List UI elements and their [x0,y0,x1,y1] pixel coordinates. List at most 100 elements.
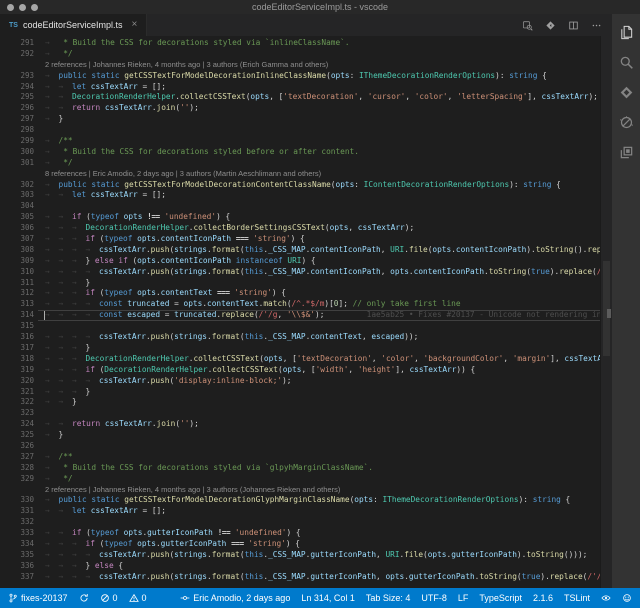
line-number[interactable]: 291 [0,38,34,49]
code-line[interactable]: 307→→→if (typeof opts.contentIconPath ==… [0,234,600,245]
code-line[interactable]: 302→public static getCSSTextForModelDeco… [0,180,600,191]
status-git-branch[interactable]: fixes-20137 [8,593,68,603]
line-number[interactable]: 328 [0,463,34,474]
status-errors[interactable]: 0 [100,593,118,603]
line-number[interactable]: 335 [0,550,34,561]
search-icon[interactable] [617,53,635,71]
code-line[interactable]: 319→→→if (DecorationRenderHelper.collect… [0,365,600,376]
line-number[interactable]: 300 [0,147,34,158]
code-line[interactable]: 333→→if (typeof opts.gutterIconPath !== … [0,528,600,539]
code-line[interactable]: 292→ */ [0,49,600,60]
code-line[interactable]: 325→} [0,430,600,441]
line-number[interactable]: 332 [0,517,34,528]
line-number[interactable]: 295 [0,92,34,103]
code-line[interactable]: 313→→→→const truncated = opts.contentTex… [0,299,600,310]
code-line[interactable]: 309→→→} else if (opts.contentIconPath in… [0,256,600,267]
line-number[interactable]: 305 [0,212,34,223]
code-line[interactable]: 326 [0,441,600,452]
code-line[interactable]: 321→→→} [0,387,600,398]
line-number[interactable]: 317 [0,343,34,354]
line-number[interactable]: 325 [0,430,34,441]
line-number[interactable]: 318 [0,354,34,365]
status-tslint[interactable]: TSLint [564,593,590,603]
codelens-row[interactable]: 2 references | Johannes Rieken, 4 months… [0,60,600,71]
status-cursor-position[interactable]: Ln 314, Col 1 [301,593,355,603]
line-number[interactable]: 319 [0,365,34,376]
line-number[interactable]: 292 [0,49,34,60]
status-sync[interactable] [79,593,89,603]
line-number[interactable]: 308 [0,245,34,256]
status-tab-size[interactable]: Tab Size: 4 [366,593,411,603]
code-line[interactable]: 300→ * Build the CSS for decorations sty… [0,147,600,158]
status-watch[interactable] [601,593,611,603]
code-line[interactable]: 298 [0,125,600,136]
line-number[interactable]: 303 [0,190,34,201]
line-number[interactable]: 311 [0,278,34,289]
line-number[interactable]: 321 [0,387,34,398]
line-number[interactable]: 331 [0,506,34,517]
code-line[interactable]: 310→→→→cssTextArr.push(strings.format(th… [0,267,600,278]
status-warnings[interactable]: 0 [129,593,147,603]
code-line[interactable]: 323 [0,408,600,419]
code-line[interactable]: 335→→→→cssTextArr.push(strings.format(th… [0,550,600,561]
line-number[interactable]: 337 [0,572,34,583]
minimize-button[interactable] [19,4,26,11]
more-actions-icon[interactable] [590,19,602,31]
status-language-mode[interactable]: TypeScript [479,593,522,603]
line-number[interactable]: 293 [0,71,34,82]
code-line[interactable]: 322→→} [0,397,600,408]
line-number[interactable]: 316 [0,332,34,343]
tab-codeEditorServiceImpl[interactable]: TS codeEditorServiceImpl.ts × [0,14,147,36]
status-eol[interactable]: LF [458,593,469,603]
codelens-row[interactable]: 8 references | Eric Amodio, 2 days ago |… [0,169,600,180]
code-line[interactable]: 317→→→} [0,343,600,354]
code-line[interactable]: 320→→→→cssTextArr.push('display:inline-b… [0,376,600,387]
line-number[interactable]: 323 [0,408,34,419]
line-number[interactable]: 297 [0,114,34,125]
debug-icon[interactable] [617,113,635,131]
code-line[interactable]: 316→→→→cssTextArr.push(strings.format(th… [0,332,600,343]
code-line[interactable]: 329→ */ [0,474,600,485]
code-editor[interactable]: 291→ * Build the CSS for decorations sty… [0,36,612,588]
line-number[interactable]: 298 [0,125,34,136]
line-number[interactable]: 336 [0,561,34,572]
code-line[interactable]: 330→public static getCSSTextForModelDeco… [0,495,600,506]
source-control-icon[interactable] [617,83,635,101]
code-line[interactable]: 306→→→DecorationRenderHelper.collectBord… [0,223,600,234]
line-number[interactable]: 310 [0,267,34,278]
line-number[interactable]: 329 [0,474,34,485]
codelens-text[interactable]: 8 references | Eric Amodio, 2 days ago |… [34,169,321,180]
line-number[interactable]: 320 [0,376,34,387]
tab-close-icon[interactable]: × [132,20,138,30]
status-typescript-version[interactable]: 2.1.6 [533,593,553,603]
code-line[interactable]: 324→→return cssTextArr.join(''); [0,419,600,430]
gitlens-compare-icon[interactable] [544,19,556,31]
zoom-button[interactable] [31,4,38,11]
line-number[interactable]: 307 [0,234,34,245]
codelens-row[interactable]: 2 references | Johannes Rieken, 4 months… [0,485,600,496]
files-icon[interactable] [617,23,635,41]
status-gitlens-blame[interactable]: Eric Amodio, 2 days ago [180,593,290,603]
code-line[interactable]: 299→/** [0,136,600,147]
code-line[interactable]: 295→→DecorationRenderHelper.collectCSSTe… [0,92,600,103]
code-line[interactable]: 301→ */ [0,158,600,169]
codelens-text[interactable]: 2 references | Johannes Rieken, 4 months… [34,60,328,71]
code-line[interactable]: 291→ * Build the CSS for decorations sty… [0,38,600,49]
status-feedback[interactable] [622,593,632,603]
line-number[interactable]: 315 [0,321,34,332]
line-number[interactable]: 312 [0,288,34,299]
code-line[interactable]: 332 [0,517,600,528]
scrollbar[interactable] [600,36,612,588]
line-number[interactable]: 306 [0,223,34,234]
line-number[interactable]: 322 [0,397,34,408]
code-line[interactable]: 305→→if (typeof opts !== 'undefined') { [0,212,600,223]
code-line[interactable]: 334→→→if (typeof opts.gutterIconPath ===… [0,539,600,550]
line-number[interactable]: 326 [0,441,34,452]
code-line[interactable]: 314→→→→const escaped = truncated.replace… [0,310,600,321]
status-encoding[interactable]: UTF-8 [421,593,447,603]
code-line[interactable]: 328→ * Build the CSS for decorations sty… [0,463,600,474]
code-line[interactable]: 304 [0,201,600,212]
line-number[interactable]: 333 [0,528,34,539]
code-line[interactable]: 303→→let cssTextArr = []; [0,190,600,201]
code-line[interactable]: 308→→→→cssTextArr.push(strings.format(th… [0,245,600,256]
